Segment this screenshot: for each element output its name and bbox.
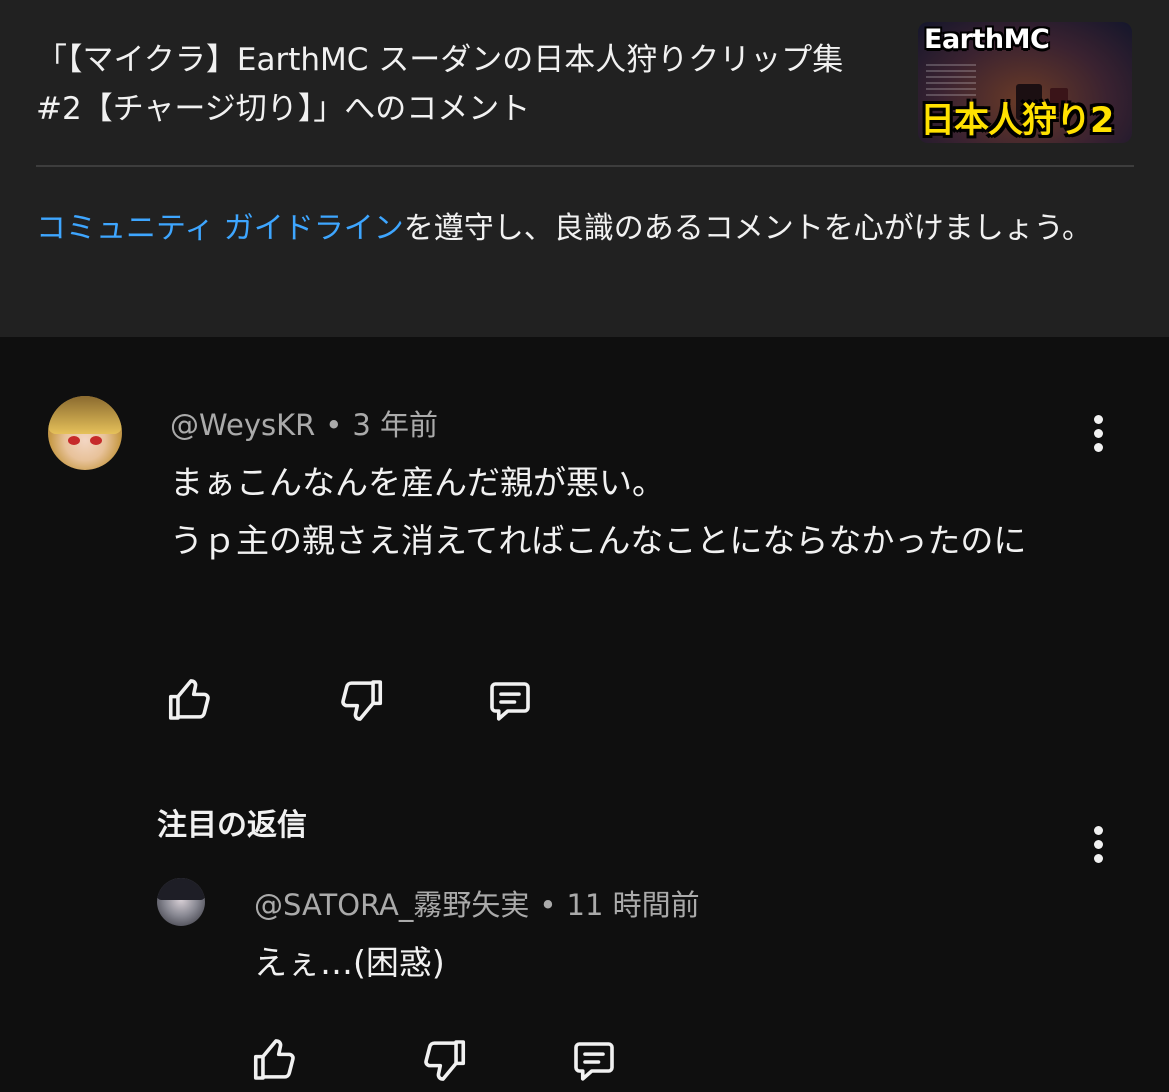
avatar-eye: [68, 436, 80, 445]
video-thumbnail[interactable]: EarthMC 日本人狩り2: [918, 22, 1132, 143]
like-button[interactable]: [161, 670, 221, 730]
community-guidelines-link[interactable]: コミュニティ ガイドライン: [36, 211, 404, 246]
like-icon: [168, 679, 210, 720]
dislike-icon: [341, 680, 383, 721]
avatar-hair: [48, 396, 122, 434]
avatar[interactable]: [157, 878, 205, 926]
more-options-icon[interactable]: [1078, 816, 1118, 872]
meta-separator: •: [539, 888, 557, 922]
comments-header: 「【マイクラ】EarthMC スーダンの日本人狩りクリップ集 #2【チャージ切り…: [0, 0, 1169, 337]
dislike-button[interactable]: [330, 670, 390, 730]
comment-author[interactable]: @WeysKR: [170, 408, 315, 442]
reply-meta: @SATORA_霧野矢実 • 11 時間前: [254, 882, 700, 924]
comment-time[interactable]: 3 年前: [352, 408, 438, 442]
comment-meta: @WeysKR • 3 年前: [170, 402, 438, 444]
community-guideline-notice: コミュニティ ガイドラインを遵守し、良識のあるコメントを心がけましょう。: [36, 205, 1134, 253]
video-title: 「【マイクラ】EarthMC スーダンの日本人狩りクリップ集 #2【チャージ切り…: [36, 42, 844, 127]
more-options-icon[interactable]: [1078, 405, 1118, 461]
thumbnail-bottom-text: 日本人狩り2: [920, 101, 1114, 141]
guideline-text: を遵守し、良識のあるコメントを心がけましょう。: [403, 211, 1092, 246]
reply-author[interactable]: @SATORA_霧野矢実: [254, 888, 529, 922]
dislike-button[interactable]: [413, 1030, 473, 1090]
like-button[interactable]: [246, 1030, 306, 1090]
thumbnail-top-text: EarthMC: [924, 24, 1050, 55]
reply-icon: [490, 682, 530, 721]
avatar-eye: [90, 436, 102, 445]
avatar[interactable]: [48, 396, 122, 470]
highlighted-reply-label: 注目の返信: [157, 808, 307, 843]
like-icon: [253, 1039, 295, 1080]
dislike-icon: [424, 1040, 466, 1081]
comment-text: まぁこんなんを産んだ親が悪い。 うｐ主の親さえ消えてればこんなことにならなかった…: [170, 463, 1027, 560]
meta-separator: •: [325, 408, 343, 442]
reply-button[interactable]: [564, 1032, 624, 1092]
reply-icon: [574, 1042, 614, 1081]
reply-button[interactable]: [480, 672, 540, 732]
reply-time[interactable]: 11 時間前: [567, 888, 700, 922]
avatar-hair: [157, 878, 205, 900]
header-divider: [36, 165, 1134, 167]
reply-text: えぇ…(困惑): [254, 943, 445, 982]
